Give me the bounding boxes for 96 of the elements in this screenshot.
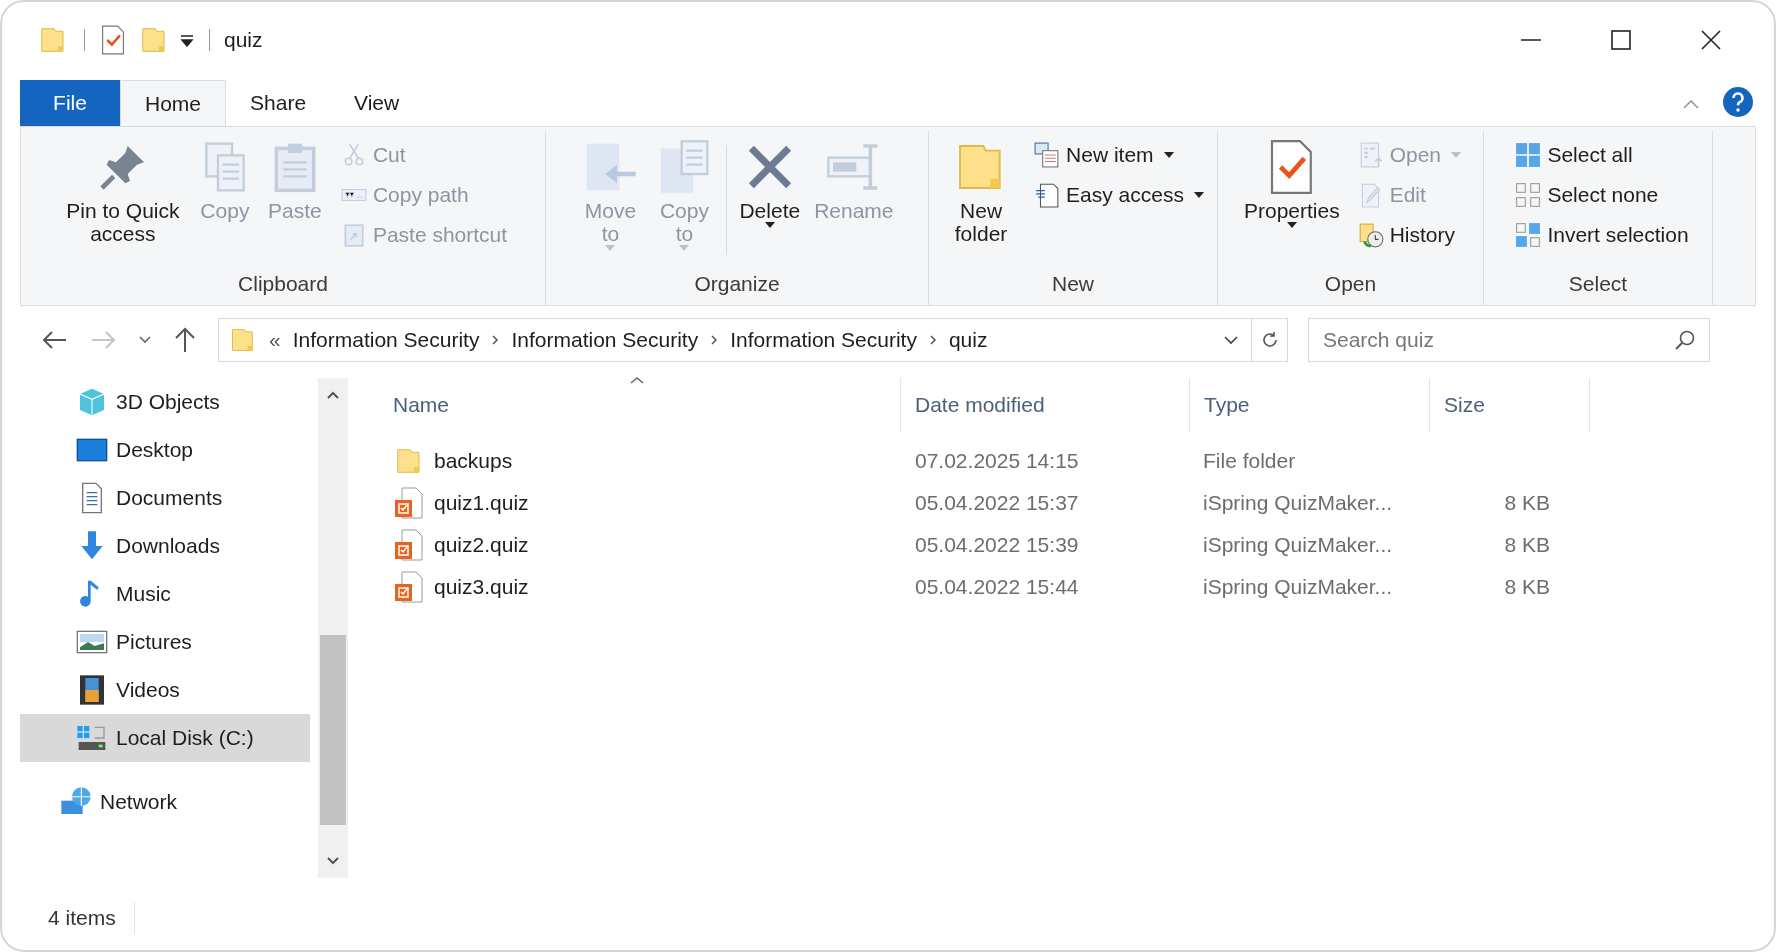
file-row[interactable]: backups 07.02.2025 14:15 File folder xyxy=(358,440,1590,482)
file-name: backups xyxy=(434,448,513,475)
ribbon-button[interactable]: New folder xyxy=(940,131,1023,259)
ribbon-button[interactable]: Delete xyxy=(733,131,807,259)
file-size: 8 KB xyxy=(1504,490,1550,517)
back-icon[interactable] xyxy=(42,330,68,350)
easy-access-icon xyxy=(1034,182,1061,208)
file-size: 8 KB xyxy=(1504,532,1550,559)
collapse-ribbon-icon[interactable] xyxy=(1682,98,1700,110)
file-type: iSpring QuizMaker... xyxy=(1202,574,1394,601)
file-name: quiz3.quiz xyxy=(434,574,529,601)
search-icon[interactable] xyxy=(1674,329,1696,351)
ribbon-group-label: Open xyxy=(1324,270,1377,297)
dropdown-caret-icon xyxy=(679,245,690,251)
ribbon-group-label: Clipboard xyxy=(238,270,328,297)
file-size: 8 KB xyxy=(1504,574,1550,601)
status-text: 4 items xyxy=(48,902,135,934)
scrollbar-thumb[interactable] xyxy=(320,635,346,825)
column-header[interactable]: Date modified xyxy=(901,378,1190,432)
dropdown-caret-icon xyxy=(1163,152,1174,158)
scrollbar[interactable] xyxy=(318,378,348,878)
select-all-icon xyxy=(1515,142,1542,168)
file-type: iSpring QuizMaker... xyxy=(1202,532,1394,559)
column-header[interactable]: Name xyxy=(358,378,901,432)
ribbon-group-label: Organize xyxy=(694,270,780,297)
dropdown-chevron-icon[interactable] xyxy=(1223,335,1239,345)
file-name: quiz1.quiz xyxy=(434,490,529,517)
breadcrumb[interactable]: Information Security xyxy=(511,324,699,356)
date-modified: 05.04.2022 15:37 xyxy=(914,490,1080,517)
sort-ascending-icon xyxy=(629,376,645,385)
properties-icon xyxy=(101,25,125,55)
dropdown-caret-icon xyxy=(605,245,616,251)
nav-item[interactable]: Desktop xyxy=(20,426,310,474)
help-icon[interactable] xyxy=(1722,86,1754,118)
ribbon-button[interactable]: Select all xyxy=(1513,135,1691,175)
chevron-right-icon[interactable] xyxy=(928,334,937,346)
nav-item[interactable]: Documents xyxy=(20,474,310,522)
column-header[interactable]: Type xyxy=(1190,378,1430,432)
file-type: iSpring QuizMaker... xyxy=(1202,490,1394,517)
file-row[interactable]: quiz2.quiz 05.04.2022 15:39 iSpring QuizMaker... 8 KB xyxy=(358,524,1590,566)
dropdown-caret-icon xyxy=(1193,192,1204,198)
nav-item[interactable]: 3D Objects xyxy=(20,378,310,426)
ribbon-button[interactable]: Invert selection xyxy=(1513,215,1691,255)
date-modified: 07.02.2025 14:15 xyxy=(914,448,1080,475)
maximize-icon[interactable] xyxy=(1610,29,1632,51)
close-icon[interactable] xyxy=(1700,29,1722,51)
quiz-file-icon xyxy=(394,487,424,519)
address-overflow[interactable]: « xyxy=(269,324,281,356)
dropdown-caret-icon xyxy=(764,222,775,228)
ribbon-button[interactable]: History xyxy=(1355,215,1464,255)
nav-item[interactable]: Pictures xyxy=(20,618,310,666)
recent-locations-icon[interactable] xyxy=(138,335,152,345)
quiz-file-icon xyxy=(394,529,424,561)
breadcrumb[interactable]: quiz xyxy=(948,324,988,356)
ribbon-tab[interactable]: Share xyxy=(226,80,331,126)
history-icon xyxy=(1357,222,1384,248)
dropdown-caret-icon xyxy=(1451,152,1462,158)
dropdown-caret-icon xyxy=(1286,222,1297,228)
file-row[interactable]: quiz1.quiz 05.04.2022 15:37 iSpring QuizMaker... 8 KB xyxy=(358,482,1590,524)
window-title: quiz xyxy=(224,27,263,54)
nav-item[interactable]: Music xyxy=(20,570,310,618)
search-field[interactable]: Search quiz xyxy=(1308,318,1710,362)
customize-dropdown-icon[interactable] xyxy=(179,33,195,47)
quiz-file-icon xyxy=(394,571,424,603)
chevron-right-icon[interactable] xyxy=(491,334,500,346)
breadcrumb[interactable]: Information Security xyxy=(730,324,917,356)
ribbon-button[interactable]: Easy access xyxy=(1032,175,1206,215)
new-item-icon xyxy=(1034,142,1061,168)
column-header[interactable]: Size xyxy=(1430,378,1590,432)
file-row[interactable]: quiz3.quiz 05.04.2022 15:44 iSpring QuizMaker... 8 KB xyxy=(358,566,1590,608)
select-none-icon xyxy=(1515,182,1542,208)
up-arrow-icon[interactable] xyxy=(174,327,196,353)
nav-item[interactable]: Local Disk (C:) xyxy=(20,714,310,762)
ribbon-button[interactable]: Properties xyxy=(1237,131,1346,259)
date-modified: 05.04.2022 15:39 xyxy=(914,532,1080,559)
ribbon-group-label: Select xyxy=(1568,270,1628,297)
nav-item[interactable]: Network xyxy=(20,778,310,826)
file-type: File folder xyxy=(1202,448,1297,475)
invert-selection-icon xyxy=(1515,222,1542,248)
breadcrumb[interactable]: Information Security xyxy=(292,324,480,356)
properties-icon xyxy=(1269,139,1315,195)
ribbon-button[interactable]: Pin to Quick access xyxy=(56,131,189,259)
ribbon-button[interactable]: New item xyxy=(1032,135,1206,175)
nav-item[interactable]: Downloads xyxy=(20,522,310,570)
ribbon-tab[interactable]: File xyxy=(20,80,120,126)
ribbon-group-label: New xyxy=(1052,270,1094,297)
chevron-right-icon[interactable] xyxy=(710,334,719,346)
address-field[interactable]: « Information Security Information Security Information Security quiz xyxy=(218,318,1288,362)
scroll-down-icon[interactable] xyxy=(326,856,340,866)
ribbon-tab[interactable]: Home xyxy=(120,80,227,126)
ribbon-tab[interactable]: View xyxy=(330,80,424,126)
file-name: quiz2.quiz xyxy=(434,532,529,559)
nav-item[interactable]: Videos xyxy=(20,666,310,714)
scroll-up-icon[interactable] xyxy=(326,390,340,400)
ribbon-button[interactable]: Select none xyxy=(1513,175,1691,215)
date-modified: 05.04.2022 15:44 xyxy=(914,574,1080,601)
